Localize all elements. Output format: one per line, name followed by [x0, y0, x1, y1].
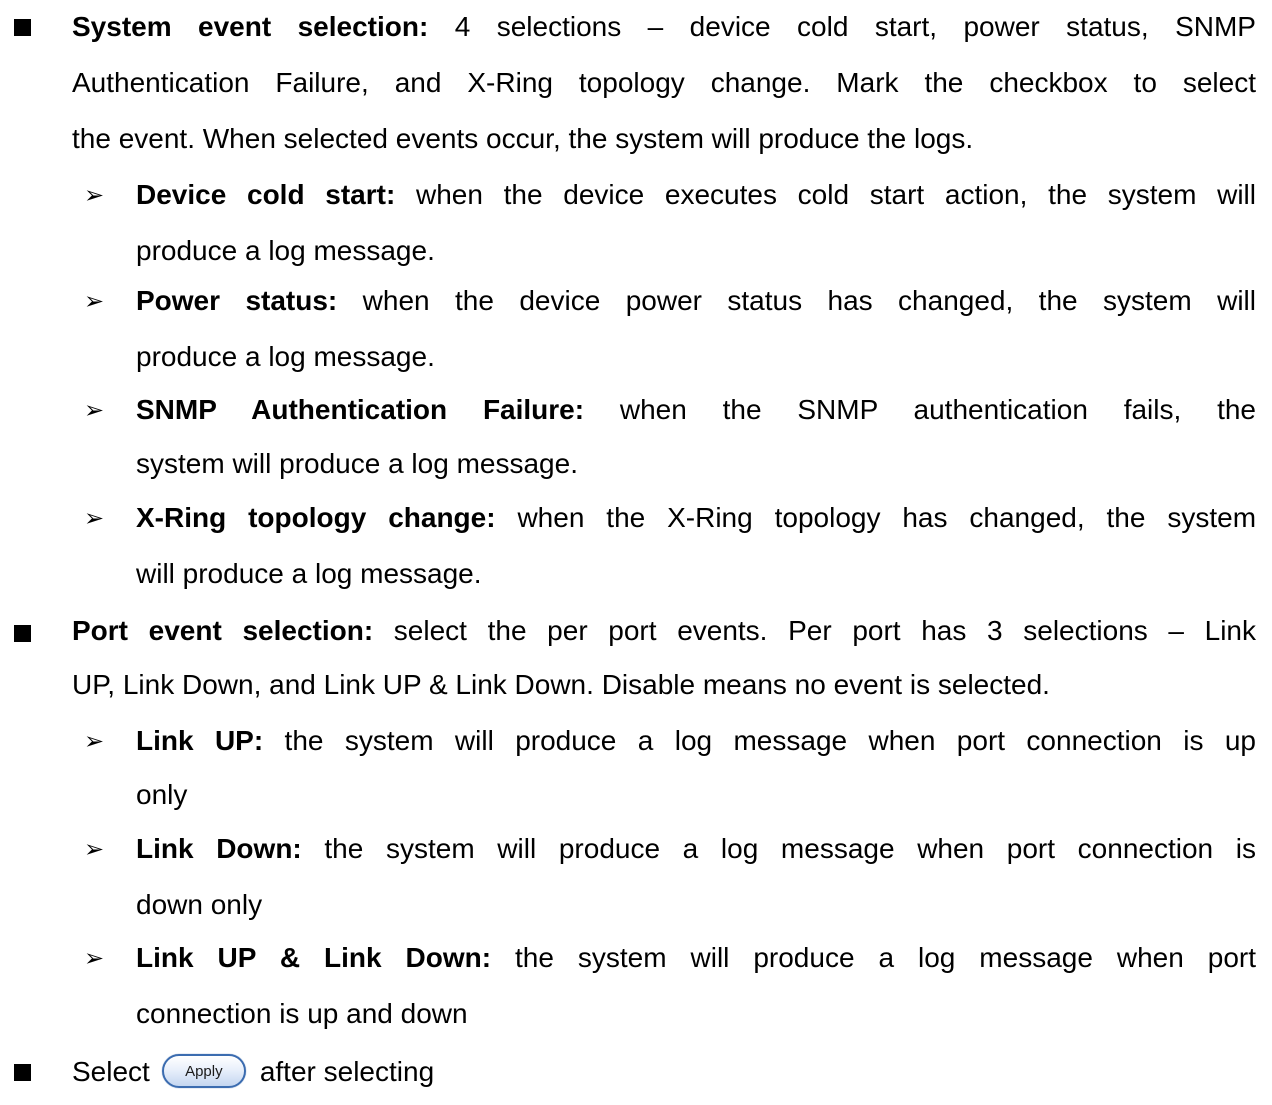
port-event-text-1: select the per port events. Per port has… [373, 615, 1256, 646]
final-suffix: after selecting [259, 1056, 435, 1087]
system-event-line-2: Authentication Failure, and X-Ring topol… [72, 66, 1256, 100]
arrow-bullet-icon: ➢ [84, 181, 105, 209]
arrow-bullet-icon: ➢ [84, 287, 105, 315]
list-item-term: Link UP: [136, 725, 264, 756]
final-prefix: Select [72, 1056, 150, 1087]
list-item-text: produce a log message. [136, 341, 435, 372]
list-item-continuation: produce a log message. [136, 234, 435, 268]
list-item-text: only [136, 779, 188, 810]
arrow-bullet-icon: ➢ [84, 944, 105, 972]
list-item-text: when the SNMP authentication fails, the [584, 394, 1256, 425]
system-event-title: System event selection: [72, 11, 429, 42]
list-item: SNMP Authentication Failure: when the SN… [136, 393, 1256, 427]
system-event-text-1: 4 selections – device cold start, power … [428, 11, 1256, 42]
square-bullet-icon [14, 19, 31, 36]
list-item-continuation: down only [136, 888, 262, 922]
arrow-bullet-icon: ➢ [84, 396, 105, 424]
list-item: Link UP: the system will produce a log m… [136, 724, 1256, 758]
system-event-line-3: the event. When selected events occur, t… [72, 122, 973, 156]
list-item-text: down only [136, 889, 263, 920]
square-bullet-icon [14, 625, 31, 642]
list-item-text: will produce a log message. [136, 558, 482, 589]
list-item-continuation: system will produce a log message. [136, 447, 578, 481]
port-event-text-2: UP, Link Down, and Link UP & Link Down. … [72, 669, 1050, 700]
list-item-text: when the device executes cold start acti… [395, 179, 1256, 210]
list-item: Link Down: the system will produce a log… [136, 832, 1256, 866]
list-item: Device cold start: when the device execu… [136, 178, 1256, 212]
list-item-text: connection is up and down [136, 998, 468, 1029]
list-item-continuation: connection is up and down [136, 997, 468, 1031]
port-event-title: Port event selection: [72, 615, 374, 646]
arrow-bullet-icon: ➢ [84, 727, 105, 755]
list-item: X-Ring topology change: when the X-Ring … [136, 501, 1256, 535]
list-item-term: Link Down: [136, 833, 302, 864]
arrow-bullet-icon: ➢ [84, 835, 105, 863]
system-event-text-3: the event. When selected events occur, t… [72, 123, 974, 154]
list-item-term: X-Ring topology change: [136, 502, 496, 533]
list-item-term: Power status: [136, 285, 338, 316]
list-item-text: produce a log message. [136, 235, 435, 266]
list-item-text: the system will produce a log message wh… [263, 725, 1256, 756]
system-event-text-2: Authentication Failure, and X-Ring topol… [72, 67, 1256, 98]
list-item-term: Link UP & Link Down: [136, 942, 492, 973]
list-item-text: the system will produce a log message wh… [301, 833, 1256, 864]
final-instruction: Select Apply after selecting [72, 1053, 435, 1091]
list-item-continuation: produce a log message. [136, 340, 435, 374]
square-bullet-icon [14, 1064, 31, 1081]
system-event-line-1: System event selection: 4 selections – d… [72, 10, 1256, 44]
port-event-line-1: Port event selection: select the per por… [72, 614, 1256, 648]
arrow-bullet-icon: ➢ [84, 504, 105, 532]
list-item: Power status: when the device power stat… [136, 284, 1256, 318]
list-item-term: SNMP Authentication Failure: [136, 394, 585, 425]
list-item-text: system will produce a log message. [136, 448, 578, 479]
list-item-term: Device cold start: [136, 179, 396, 210]
list-item-text: when the device power status has changed… [337, 285, 1256, 316]
list-item-continuation: only [136, 778, 187, 812]
list-item: Link UP & Link Down: the system will pro… [136, 941, 1256, 975]
list-item-text: the system will produce a log message wh… [491, 942, 1256, 973]
apply-button[interactable]: Apply [161, 1053, 246, 1088]
port-event-line-2: UP, Link Down, and Link UP & Link Down. … [72, 668, 1050, 702]
list-item-continuation: will produce a log message. [136, 557, 482, 591]
list-item-text: when the X-Ring topology has changed, th… [495, 502, 1257, 533]
